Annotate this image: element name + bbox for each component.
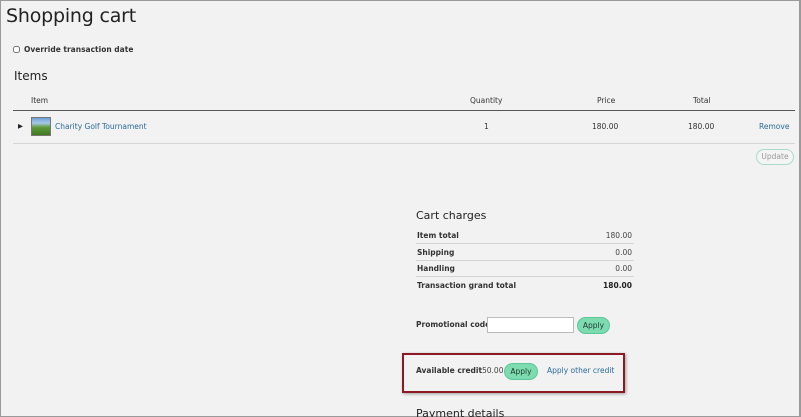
golf-course-thumbnail-icon <box>31 117 51 136</box>
promo-code-input[interactable] <box>487 317 574 333</box>
charge-row-shipping: Shipping 0.00 <box>416 245 634 261</box>
update-button[interactable]: Update <box>756 149 794 165</box>
charge-label: Handling <box>417 264 455 273</box>
row-divider <box>13 143 795 144</box>
item-price: 180.00 <box>592 122 619 131</box>
charge-value: 0.00 <box>615 248 632 257</box>
item-quantity: 1 <box>484 122 489 131</box>
remove-item-link[interactable]: Remove <box>759 122 789 131</box>
charge-label: Shipping <box>417 248 455 257</box>
column-header-price: Price <box>597 96 616 105</box>
override-date-label: Override transaction date <box>24 45 134 54</box>
column-header-total: Total <box>693 96 711 105</box>
charge-row-handling: Handling 0.00 <box>416 261 634 277</box>
column-header-item: Item <box>31 96 49 105</box>
available-credit-label: Available credit <box>416 366 483 375</box>
cart-charges-heading: Cart charges <box>416 209 487 222</box>
window-frame <box>0 0 801 417</box>
override-date-option[interactable]: Override transaction date <box>13 45 133 54</box>
expand-arrow-icon[interactable]: ▶ <box>18 122 23 130</box>
item-total: 180.00 <box>688 122 715 131</box>
charge-row-grand-total: Transaction grand total 180.00 <box>416 278 634 294</box>
table-header-divider <box>13 110 795 111</box>
charge-value: 0.00 <box>615 264 632 273</box>
items-heading: Items <box>14 69 48 83</box>
charge-label: Transaction grand total <box>417 281 517 290</box>
charge-value: 180.00 <box>603 281 632 290</box>
promo-apply-button[interactable]: Apply <box>577 317 610 334</box>
promo-code-label: Promotional code <box>416 320 491 329</box>
item-link[interactable]: Charity Golf Tournament <box>55 122 147 131</box>
charge-value: 180.00 <box>605 231 632 240</box>
available-credit-amount: 50.00 <box>482 366 504 375</box>
charge-row-item-total: Item total 180.00 <box>416 228 634 244</box>
charge-label: Item total <box>417 231 459 240</box>
page-title: Shopping cart <box>6 5 137 27</box>
payment-details-heading: Payment details <box>416 407 505 417</box>
override-date-checkbox[interactable] <box>13 46 20 53</box>
column-header-quantity: Quantity <box>470 96 503 105</box>
apply-other-credit-link[interactable]: Apply other credit <box>547 366 614 375</box>
credit-apply-button[interactable]: Apply <box>504 363 538 380</box>
